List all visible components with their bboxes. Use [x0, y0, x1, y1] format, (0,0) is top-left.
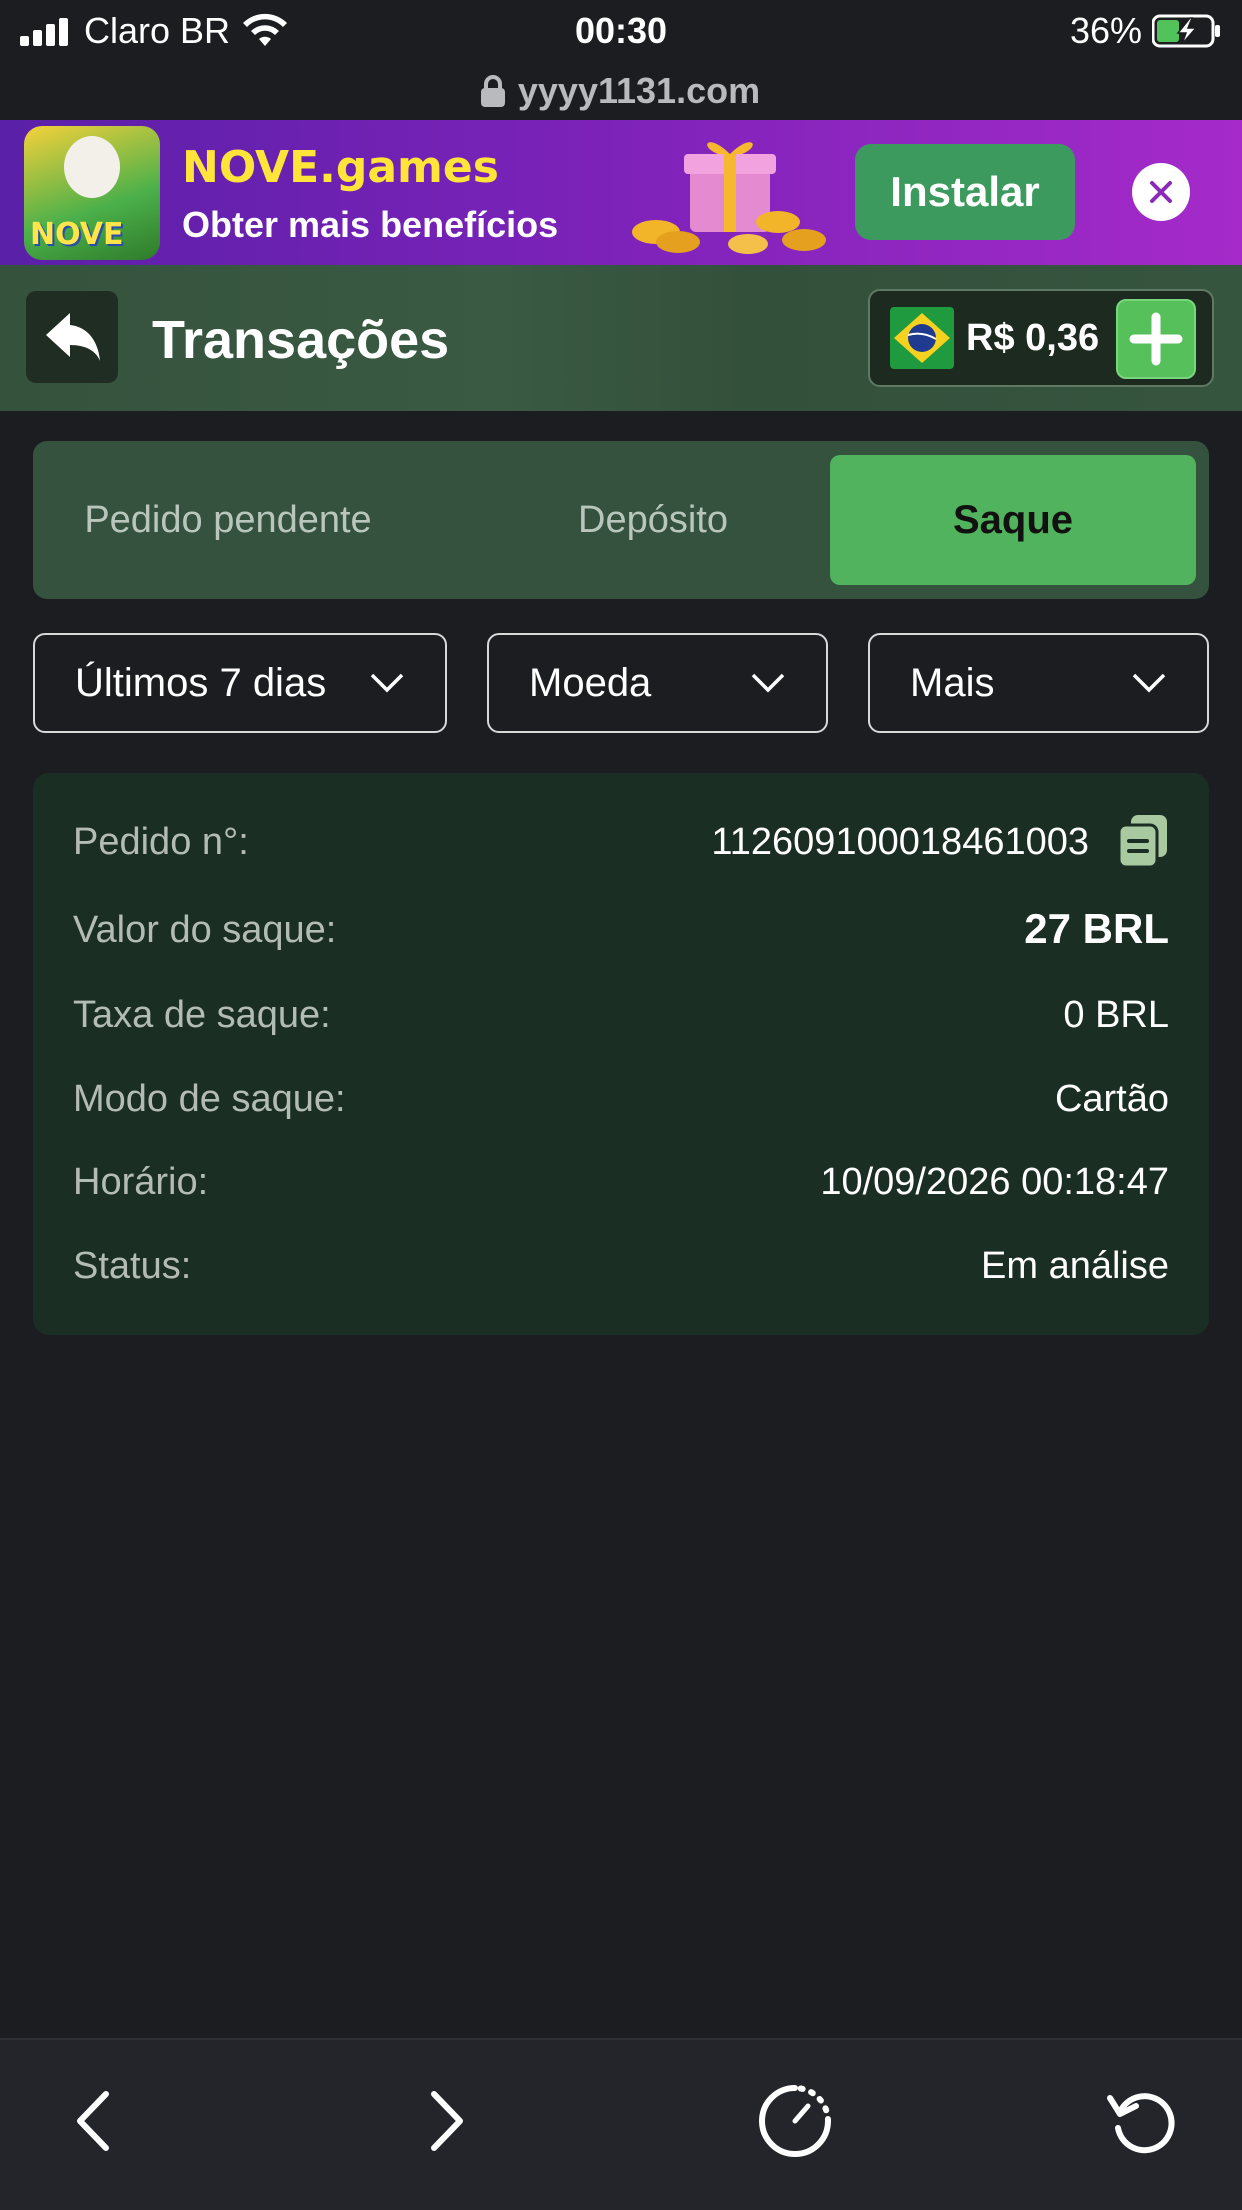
install-banner: NOVE NOVE.games Obter mais benefícios In… [0, 120, 1242, 265]
banner-subtitle: Obter mais benefícios [182, 204, 559, 245]
plus-icon [1129, 312, 1183, 366]
more-dropdown[interactable]: Mais [868, 633, 1209, 733]
chevron-down-icon [370, 673, 404, 693]
tab-deposit[interactable]: Depósito [423, 455, 883, 585]
time-value: 10/09/2026 00:18:47 [820, 1161, 1169, 1203]
deposit-add-button[interactable] [1116, 299, 1196, 379]
withdraw-mode-label: Modo de saque: [73, 1078, 346, 1120]
banner-app-name: NOVE.games [182, 142, 499, 193]
chevron-down-icon [751, 673, 785, 693]
time-label: Horário: [73, 1161, 209, 1203]
battery-percent: 36% [1069, 10, 1142, 51]
address-bar[interactable]: yyyy1131.com [0, 62, 1242, 120]
browser-forward-icon[interactable] [400, 2076, 490, 2166]
withdraw-mode-value: Cartão [1054, 1078, 1169, 1120]
withdraw-amount-label: Valor do saque: [73, 909, 337, 951]
status-row: Status: Em análise [73, 1237, 1169, 1297]
period-dropdown[interactable]: Últimos 7 dias [33, 633, 447, 733]
browser-back-icon[interactable] [50, 2076, 140, 2166]
chevron-down-icon [1132, 673, 1166, 693]
tab-withdraw[interactable]: Saque [830, 455, 1196, 585]
order-number-label: Pedido n°: [73, 821, 249, 863]
balance-widget[interactable]: R$ 0,36 [868, 289, 1214, 387]
gift-coins-icon [632, 142, 826, 254]
close-banner-button[interactable] [1132, 163, 1190, 221]
withdraw-fee-value: 0 BRL [1063, 994, 1169, 1036]
battery-charging-icon [1152, 14, 1220, 48]
transaction-tabs: Pedido pendente Depósito Saque [33, 441, 1209, 599]
install-button[interactable]: Instalar [855, 144, 1075, 240]
page-header: Transações R$ 0,36 [0, 265, 1242, 411]
speedometer-icon[interactable] [750, 2076, 840, 2166]
brazil-flag-icon [890, 307, 954, 369]
balance-amount: R$ 0,36 [966, 317, 1100, 359]
withdraw-mode-row: Modo de saque: Cartão [73, 1070, 1169, 1130]
withdraw-amount-value: 27 BRL [1024, 905, 1169, 952]
copy-icon[interactable] [1117, 813, 1169, 869]
status-bar: Claro BR 00:30 36% [0, 0, 1242, 62]
order-number-value: 112609100018461003 [711, 821, 1089, 863]
more-label: Mais [910, 661, 995, 705]
back-arrow-icon [46, 313, 100, 361]
period-label: Últimos 7 dias [75, 661, 327, 705]
reload-icon[interactable] [1098, 2076, 1188, 2166]
clock: 00:30 [574, 10, 668, 51]
close-icon [1150, 181, 1172, 203]
status-value: Em análise [981, 1245, 1169, 1287]
withdraw-fee-label: Taxa de saque: [73, 994, 331, 1036]
currency-label: Moeda [529, 661, 652, 705]
currency-dropdown[interactable]: Moeda [487, 633, 828, 733]
back-button[interactable] [26, 291, 118, 383]
status-label: Status: [73, 1245, 192, 1287]
order-number-row: Pedido n°: 112609100018461003 [73, 813, 1169, 873]
url-text: yyyy1131.com [517, 70, 761, 111]
withdraw-amount-row: Valor do saque: 27 BRL [73, 901, 1169, 961]
time-row: Horário: 10/09/2026 00:18:47 [73, 1153, 1169, 1213]
tab-pending[interactable]: Pedido pendente [33, 455, 423, 585]
transaction-card: Pedido n°: 112609100018461003 Valor do s… [33, 773, 1209, 1335]
browser-toolbar [0, 2038, 1242, 2210]
withdraw-fee-row: Taxa de saque: 0 BRL [73, 986, 1169, 1046]
page-title: Transações [152, 310, 450, 370]
app-icon: NOVE [24, 126, 160, 260]
